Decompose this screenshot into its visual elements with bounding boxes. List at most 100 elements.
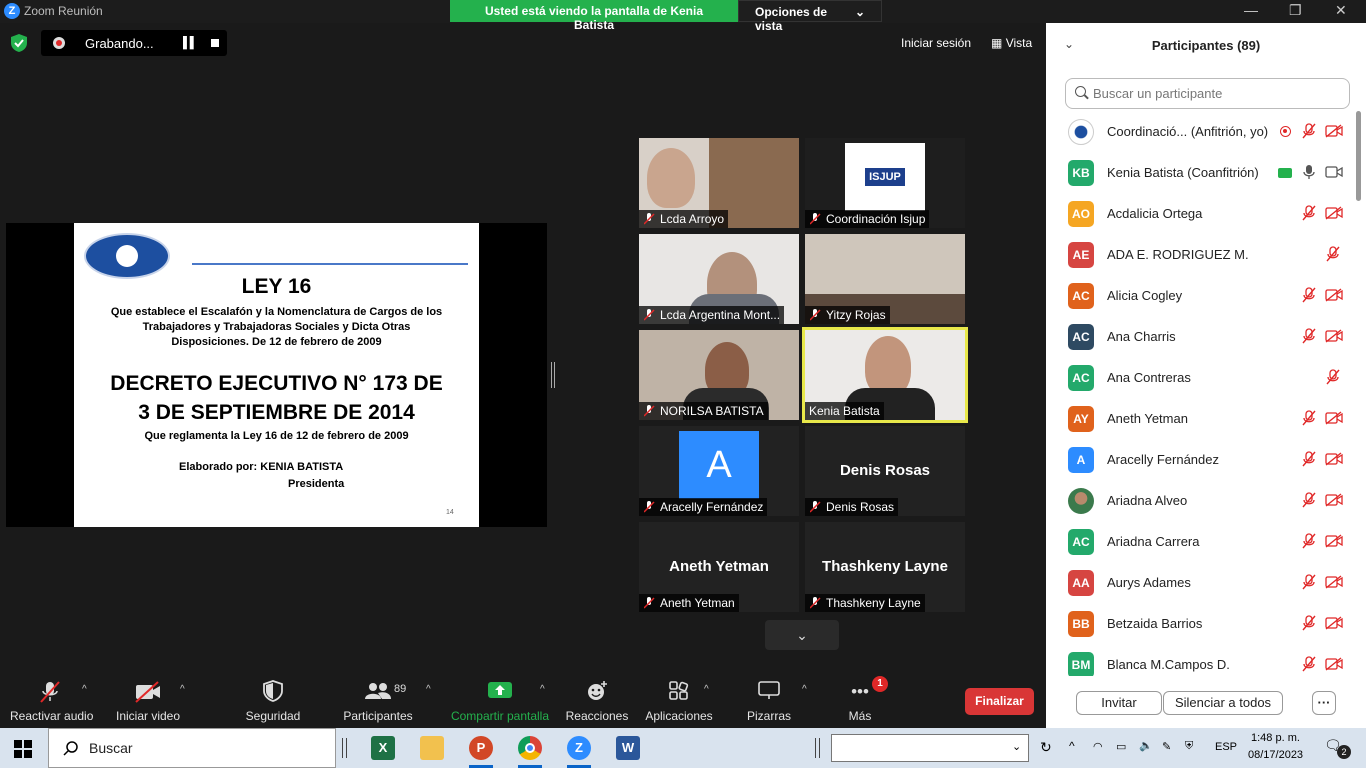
participant-row[interactable]: AO Acdalicia Ortega [1046,193,1354,234]
volume-icon[interactable]: 🔈 [1139,739,1153,752]
video-tile[interactable]: Yitzy Rojas [805,234,965,324]
excel-icon[interactable]: X [371,736,395,760]
chrome-icon[interactable] [518,736,542,760]
mic-off-icon[interactable] [1302,328,1316,349]
start-video-button[interactable]: Iniciar video [115,680,181,723]
powerpoint-icon[interactable]: P [469,736,493,760]
stop-recording-button[interactable] [211,39,219,47]
participant-row[interactable]: BB Betzaida Barrios [1046,603,1354,644]
whiteboards-button[interactable]: Pizarras [740,680,798,723]
camera-off-icon[interactable] [1325,124,1343,143]
mic-off-icon[interactable] [1302,287,1316,308]
camera-off-icon[interactable] [1325,411,1343,430]
mic-off-icon[interactable] [1326,369,1340,390]
word-icon[interactable]: W [616,736,640,760]
camera-off-icon[interactable] [1325,452,1343,471]
pause-recording-button[interactable]: ▌▌ [183,37,198,49]
panel-more-button[interactable]: ··· [1312,691,1336,715]
taskbar-address-input[interactable]: ⌄ [831,734,1029,762]
camera-on-icon[interactable] [1325,165,1343,184]
video-tile[interactable]: Lcda Arroyo [639,138,799,228]
camera-off-icon[interactable] [1325,493,1343,512]
mic-off-icon[interactable] [1302,205,1316,226]
resize-splitter[interactable] [551,362,555,388]
view-button[interactable]: ▦ Vista [991,36,1032,50]
camera-off-icon[interactable] [1325,329,1343,348]
gallery-next-page-button[interactable]: ⌄ [765,620,839,650]
participant-row[interactable]: BM Blanca M.Campos D. [1046,644,1354,676]
participant-row[interactable]: AC Ariadna Carrera [1046,521,1354,562]
windows-start-icon[interactable] [14,740,32,758]
show-hidden-icons-caret[interactable]: ^ [1069,739,1075,753]
camera-off-icon[interactable] [1325,206,1343,225]
network-icon[interactable]: ◠ [1093,740,1103,753]
language-indicator[interactable]: ESP [1215,741,1237,753]
sign-in-button[interactable]: Iniciar sesión [901,36,971,50]
end-meeting-button[interactable]: Finalizar [965,688,1034,715]
participant-row[interactable]: Ariadna Alveo [1046,480,1354,521]
video-tile[interactable]: Denis Rosas Denis Rosas [805,426,965,516]
camera-off-icon[interactable] [1325,575,1343,594]
mic-off-icon[interactable] [1326,246,1340,267]
camera-off-icon[interactable] [1325,657,1343,676]
mute-all-button[interactable]: Silenciar a todos [1163,691,1283,715]
mic-on-icon[interactable] [1302,164,1316,185]
camera-off-icon[interactable] [1325,534,1343,553]
video-tile[interactable]: NORILSA BATISTA [639,330,799,420]
minimize-button[interactable]: — [1244,2,1258,18]
mic-off-icon[interactable] [1302,574,1316,595]
apps-options-caret[interactable]: ^ [704,684,709,695]
participant-row[interactable]: AY Aneth Yetman [1046,398,1354,439]
participant-row[interactable]: AC Ana Charris [1046,316,1354,357]
file-explorer-icon[interactable] [420,736,444,760]
invite-button[interactable]: Invitar [1076,691,1162,715]
battery-icon[interactable]: ▭ [1116,740,1126,753]
zoom-app-icon[interactable]: Z [567,736,591,760]
video-tile[interactable]: Thashkeny Layne Thashkeny Layne [805,522,965,612]
security-shield-icon[interactable] [11,34,27,52]
pen-icon[interactable]: ✎ [1162,740,1171,753]
participant-row[interactable]: AA Aurys Adames [1046,562,1354,603]
video-tile[interactable]: ISJUP Coordinación Isjup [805,138,965,228]
whiteboards-options-caret[interactable]: ^ [802,684,807,695]
participant-search-input[interactable]: Buscar un participante [1065,78,1350,109]
participant-row[interactable]: A Aracelly Fernández [1046,439,1354,480]
share-options-caret[interactable]: ^ [540,684,545,695]
view-options-button[interactable]: Opciones de vista ⌄ [738,0,882,33]
participant-row[interactable]: Coordinació... (Anfitrión, yo) [1046,111,1354,152]
avatar: AC [1068,365,1094,391]
participants-button[interactable]: 89 Participantes [342,680,414,723]
video-tile[interactable]: A Aracelly Fernández [639,426,799,516]
panel-scrollbar[interactable] [1356,111,1361,201]
mic-off-icon[interactable] [1302,492,1316,513]
refresh-icon[interactable]: ↻ [1040,739,1052,756]
participant-row[interactable]: AC Ana Contreras [1046,357,1354,398]
mic-off-icon[interactable] [1302,656,1316,676]
security-tray-icon[interactable]: ⛨ [1185,740,1193,753]
clock-time[interactable]: 1:48 p. m. [1251,732,1300,744]
clock-date[interactable]: 08/17/2023 [1248,749,1303,761]
close-button[interactable]: ✕ [1335,2,1347,19]
taskbar-search-input[interactable]: Buscar [48,728,336,768]
mic-off-icon[interactable] [1302,123,1316,144]
mic-off-icon[interactable] [1302,451,1316,472]
unmute-button[interactable]: Reactivar audio [10,680,93,723]
maximize-button[interactable]: ❐ [1289,2,1302,19]
participant-row[interactable]: AE ADA E. RODRIGUEZ M. [1046,234,1354,275]
participant-row[interactable]: KB Kenia Batista (Coanfitrión) [1046,152,1354,193]
camera-off-icon[interactable] [1325,616,1343,635]
participant-row[interactable]: AC Alicia Cogley [1046,275,1354,316]
video-tile[interactable]: Lcda Argentina Mont... [639,234,799,324]
video-tile[interactable]: Aneth Yetman Aneth Yetman [639,522,799,612]
mic-off-icon[interactable] [1302,615,1316,636]
video-tile-active-speaker[interactable]: Kenia Batista [802,327,968,423]
participants-options-caret[interactable]: ^ [426,684,431,695]
audio-options-caret[interactable]: ^ [82,684,87,695]
share-screen-button[interactable]: Compartir pantalla [450,680,550,723]
camera-off-icon[interactable] [1325,288,1343,307]
reactions-button[interactable]: Reacciones [565,680,629,723]
mic-off-icon[interactable] [1302,410,1316,431]
video-options-caret[interactable]: ^ [180,684,185,695]
security-button[interactable]: Seguridad [240,680,306,723]
mic-off-icon[interactable] [1302,533,1316,554]
